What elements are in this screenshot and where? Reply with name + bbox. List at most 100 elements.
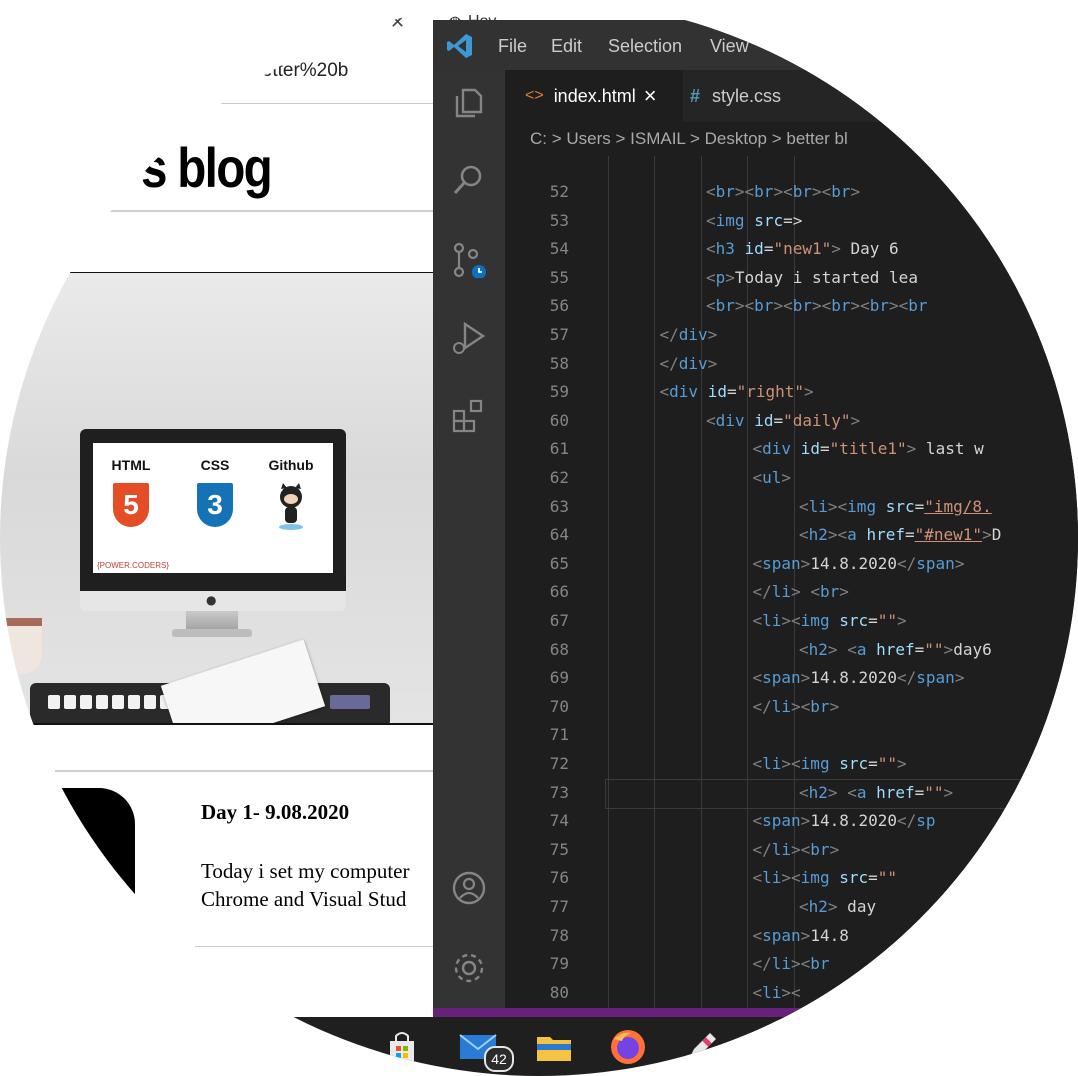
windows-store-icon[interactable]: [382, 1027, 422, 1067]
code-token: >: [897, 754, 907, 773]
code-token: =: [904, 525, 915, 545]
code-token: id: [707, 382, 727, 402]
code-token: >: [804, 382, 814, 402]
code-token: ><: [773, 182, 793, 201]
code-token: img: [800, 868, 830, 888]
code-line[interactable]: <li><img src="">: [753, 611, 907, 630]
browser-tab-1[interactable]: ✕: [390, 8, 405, 36]
code-token: span: [916, 668, 955, 688]
menu-selection[interactable]: Selection: [608, 36, 682, 57]
account-icon[interactable]: [451, 870, 487, 906]
code-token: ><: [781, 754, 801, 773]
code-token: "": [924, 782, 944, 802]
pen-icon[interactable]: [682, 1027, 722, 1067]
monitor-chin: ●: [80, 591, 346, 611]
code-line[interactable]: <p>Today i started lea: [706, 268, 918, 287]
extensions-icon[interactable]: [451, 398, 487, 434]
close-icon[interactable]: ×: [644, 83, 657, 109]
code-line[interactable]: <li><img src="">: [753, 754, 907, 773]
html5-icon: 5: [113, 483, 149, 527]
code-token: "right": [736, 382, 805, 402]
code-line[interactable]: <h2> day: [799, 897, 886, 916]
code-line[interactable]: <span>14.8.2020</span>: [753, 554, 965, 573]
code-line[interactable]: <li><: [753, 983, 801, 1002]
code-line[interactable]: <h2><a href="#new1">D: [799, 525, 1001, 544]
code-line[interactable]: <ul>: [753, 468, 792, 487]
title-bar: File Edit Selection View: [433, 20, 1078, 70]
divider: [195, 946, 440, 947]
code-token: <: [706, 239, 716, 259]
code-line[interactable]: <h2> <a href="">: [799, 783, 953, 802]
monitor-screen: HTML CSS Github 5 3 {POWER.CODERS}: [93, 443, 333, 573]
settings-gear-icon[interactable]: [451, 950, 487, 986]
code-line[interactable]: <div id="title1"> last w: [753, 439, 984, 458]
code-token: br: [754, 296, 774, 316]
code-token: Today i started lea: [734, 267, 918, 287]
code-line[interactable]: <div id="daily">: [706, 411, 860, 430]
html-icon: <>: [525, 87, 544, 104]
octocat-icon: [273, 483, 309, 530]
code-line[interactable]: </li><br: [753, 954, 830, 973]
line-number: 63: [549, 496, 569, 516]
monitor-illustration: HTML CSS Github 5 3 {POWER.CODERS}: [80, 429, 346, 607]
tab-style-css[interactable]: # style.css: [690, 70, 781, 122]
code-line[interactable]: <span>14.8.2020</span>: [753, 668, 965, 687]
vscode-logo-icon: [447, 34, 472, 58]
code-line[interactable]: <li><img src="": [753, 868, 898, 887]
close-icon[interactable]: ✕: [390, 12, 405, 33]
code-line[interactable]: <h2> <a href="">day6: [799, 640, 992, 659]
code-token: <: [659, 382, 670, 402]
code-token: span: [762, 925, 801, 945]
code-line[interactable]: </div>: [660, 354, 718, 373]
source-control-icon[interactable]: [451, 242, 487, 278]
indent-guide: [654, 156, 655, 1020]
code-token: >: [850, 182, 861, 201]
search-icon[interactable]: [451, 162, 487, 198]
run-debug-icon[interactable]: [451, 320, 487, 356]
address-bar[interactable]: ktop/better%20b: [210, 60, 348, 82]
mail-unread-badge: 42: [484, 1046, 514, 1072]
css-hash-icon: #: [690, 85, 701, 106]
file-explorer-icon[interactable]: [534, 1027, 574, 1067]
apple-logo-icon: ●: [206, 593, 217, 607]
code-token: >: [829, 696, 840, 716]
code-line[interactable]: <br><br><br><br><br><br: [706, 296, 928, 315]
code-editor[interactable]: 52 <br><br><br><br> 53 <img src=> 54 <h3 id="…: [505, 156, 1078, 1020]
code-token: >: [906, 439, 917, 459]
code-token: D: [991, 525, 1002, 545]
code-line[interactable]: <div id="right">: [660, 382, 814, 401]
code-line[interactable]: <span>14.8.2020</sp: [753, 811, 936, 830]
code-token: =: [914, 782, 925, 802]
explorer-icon[interactable]: [451, 84, 487, 120]
code-token: >: [943, 782, 954, 802]
menu-edit[interactable]: Edit: [551, 36, 582, 57]
code-line[interactable]: <span>14.8: [753, 926, 849, 945]
code-token: id: [800, 439, 820, 459]
menu-file[interactable]: File: [498, 36, 527, 57]
powercoders-brand: {POWER.CODERS}: [97, 561, 170, 570]
code-line[interactable]: <h3 id="new1"> Day 6: [706, 239, 899, 258]
code-token: >: [827, 639, 838, 659]
menu-view[interactable]: View: [710, 36, 749, 57]
line-number: 76: [549, 868, 569, 888]
line-number: 68: [549, 639, 569, 659]
code-line[interactable]: <li><img src="img/8.: [799, 497, 992, 516]
code-line[interactable]: </div>: [660, 325, 718, 344]
code-line[interactable]: <img src=>: [706, 211, 802, 230]
code-token: img: [847, 496, 877, 516]
code-line[interactable]: </li><br>: [753, 840, 840, 859]
code-line[interactable]: </li> <br>: [753, 582, 849, 601]
breadcrumb[interactable]: C: > Users > ISMAIL > Desktop > better b…: [505, 122, 1078, 156]
firefox-icon[interactable]: [608, 1027, 648, 1067]
code-token: >: [791, 582, 801, 602]
code-token: <: [799, 782, 809, 802]
code-token: ul: [762, 468, 782, 487]
code-token: div: [678, 325, 708, 344]
tab-index-html[interactable]: <> index.html ×: [505, 70, 683, 122]
code-token: <: [752, 553, 763, 573]
code-token: ><: [811, 296, 832, 316]
code-line[interactable]: </li><br>: [753, 697, 840, 716]
code-line[interactable]: <br><br><br><br>: [706, 182, 860, 201]
